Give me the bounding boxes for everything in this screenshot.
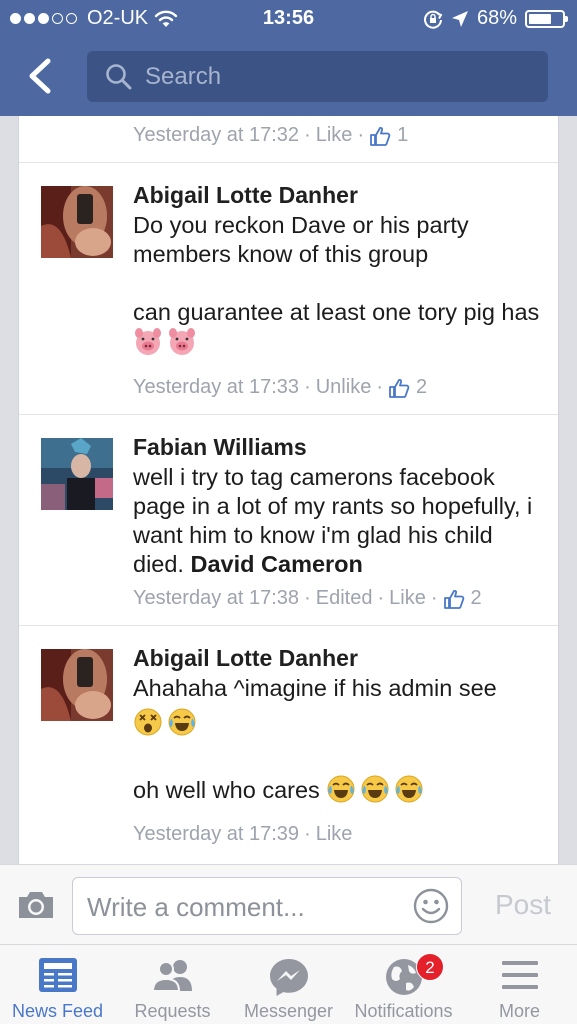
avatar[interactable] (41, 438, 113, 510)
like-link[interactable]: Like (316, 124, 353, 147)
location-arrow-icon (451, 10, 468, 27)
divider (19, 414, 558, 415)
pig-face-icon (133, 327, 163, 357)
comment-composer: Write a comment... Post (0, 864, 577, 944)
tab-notifications[interactable]: 2 Notifications (346, 945, 461, 1024)
like-thumb-icon (443, 589, 464, 609)
tears-of-joy-icon (167, 707, 197, 737)
comment-input[interactable]: Write a comment... (72, 877, 462, 935)
comment-timestamp: Yesterday at 17:39 (133, 823, 300, 845)
dizzy-face-icon (133, 707, 163, 737)
comment-author[interactable]: Abigail Lotte Danher (133, 182, 358, 209)
unlike-link[interactable]: Unlike (316, 376, 372, 399)
tab-label: Notifications (354, 1001, 453, 1021)
edited-label[interactable]: Edited (316, 587, 373, 610)
comment-timestamp: Yesterday at 17:33 (133, 376, 300, 398)
comment-text: well i try to tag camerons facebook page… (133, 463, 543, 579)
avatar[interactable] (41, 186, 113, 258)
comment-meta: Yesterday at 17:38 · Edited · Like · 2 (133, 587, 482, 610)
comment-timestamp: Yesterday at 17:32 (133, 124, 300, 146)
like-thumb-icon (389, 378, 410, 398)
tab-bar: News Feed Requests Messenger 2 Notificat… (0, 944, 577, 1024)
comment-meta: Yesterday at 17:39 · Like (133, 823, 353, 846)
like-count: 2 (470, 587, 482, 609)
tears-of-joy-icon (360, 774, 390, 804)
like-thumb-icon (370, 126, 391, 146)
divider (19, 625, 558, 626)
post-button[interactable]: Post (495, 889, 551, 921)
comment-meta: Yesterday at 17:32 · Like · 1 (133, 124, 409, 147)
like-link[interactable]: Like (389, 587, 426, 610)
search-icon (106, 63, 132, 89)
comment-thread: Yesterday at 17:32 · Like · 1 Abigail Lo… (18, 116, 559, 864)
like-count: 2 (415, 376, 428, 398)
tab-news-feed[interactable]: News Feed (0, 945, 115, 1024)
camera-icon[interactable] (16, 889, 56, 921)
battery-icon (525, 9, 568, 28)
tab-requests[interactable]: Requests (115, 945, 230, 1024)
top-bar: O2-UK 13:56 68% Search (0, 0, 577, 116)
like-count: 1 (397, 124, 409, 146)
news-feed-icon (38, 958, 77, 992)
menu-icon (501, 961, 538, 989)
search-placeholder: Search (145, 62, 222, 90)
divider (19, 162, 558, 163)
messenger-icon (269, 959, 308, 996)
tab-messenger[interactable]: Messenger (231, 945, 346, 1024)
comment-timestamp: Yesterday at 17:38 (133, 587, 300, 609)
comment-text-line: oh well who cares (133, 777, 320, 803)
smiley-icon[interactable] (413, 888, 449, 924)
rotation-lock-icon (423, 10, 443, 29)
pig-face-icon (167, 327, 197, 357)
comment-placeholder: Write a comment... (87, 892, 305, 922)
back-chevron-icon[interactable] (24, 56, 58, 96)
comment-author[interactable]: Abigail Lotte Danher (133, 645, 358, 672)
battery-percent: 68% (476, 7, 517, 29)
tears-of-joy-icon (326, 774, 356, 804)
tagged-page-link[interactable]: David Cameron (191, 551, 363, 577)
comment-text-line: Do you reckon Dave or his party members … (133, 212, 469, 267)
tears-of-joy-icon (394, 774, 424, 804)
tab-label: Requests (134, 1001, 211, 1021)
comment-text: Do you reckon Dave or his party members … (133, 211, 543, 358)
comment-meta: Yesterday at 17:33 · Unlike · 2 (133, 376, 428, 399)
friends-icon (151, 960, 192, 992)
notification-badge: 2 (416, 953, 444, 981)
search-input[interactable]: Search (87, 51, 548, 102)
comment-text-line: can guarantee at least one tory pig has (133, 299, 540, 325)
tab-more[interactable]: More (462, 945, 577, 1024)
comment-text: Ahahaha ^imagine if his admin see oh wel… (133, 674, 543, 805)
like-link[interactable]: Like (316, 823, 353, 846)
status-bar: O2-UK 13:56 68% (0, 0, 577, 38)
comment-author[interactable]: Fabian Williams (133, 434, 307, 461)
tab-label: More (498, 1001, 540, 1021)
avatar[interactable] (41, 649, 113, 721)
comment-text-line: Ahahaha ^imagine if his admin see (133, 675, 497, 701)
